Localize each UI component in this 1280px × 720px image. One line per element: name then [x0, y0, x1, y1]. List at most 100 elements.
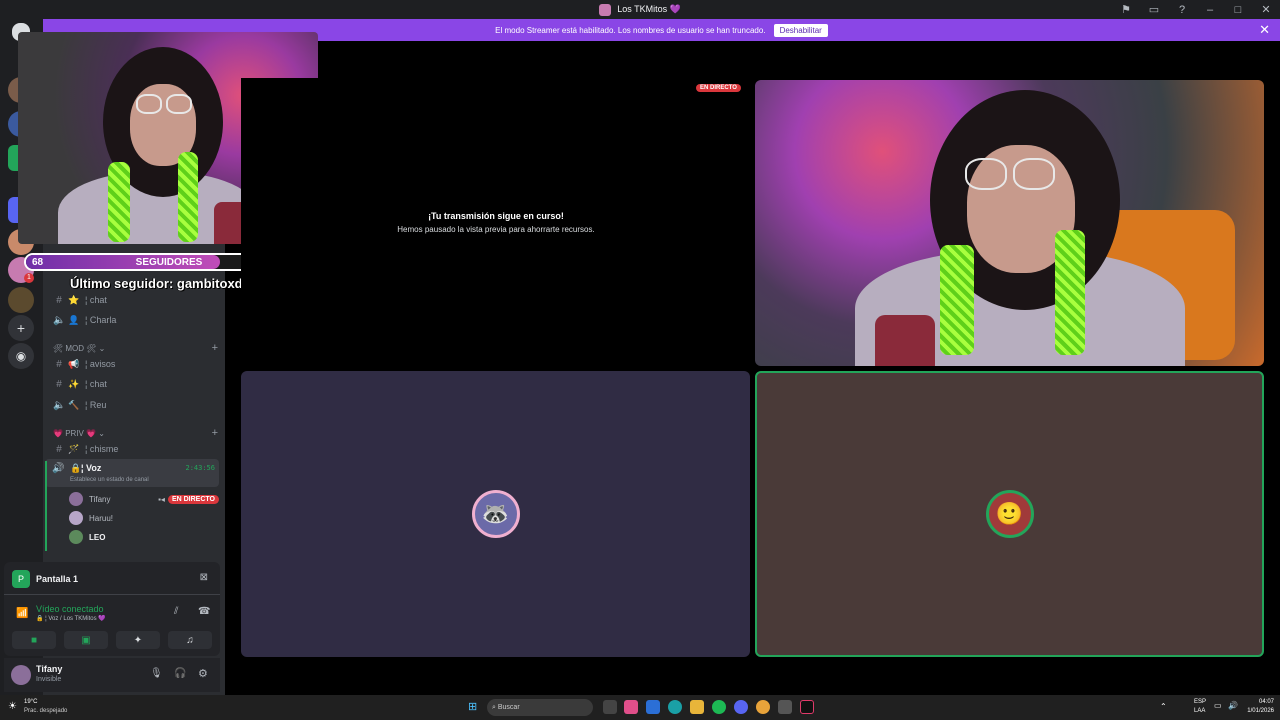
discord-icon[interactable]: [734, 700, 748, 714]
lock-icon: 🔒: [70, 463, 82, 473]
tools-icon: 🛠: [53, 343, 66, 353]
microphone-icon[interactable]: 🎙: [150, 668, 163, 679]
user-panel: Tifany Invisible 🎙 🎧 ⚙: [4, 658, 220, 692]
app-icon[interactable]: [624, 700, 638, 714]
clock-time[interactable]: 04:07: [1244, 699, 1274, 705]
notification-badge: 1: [24, 273, 34, 283]
task-view-icon[interactable]: [603, 700, 617, 714]
avatar[interactable]: [11, 665, 31, 685]
voice-user[interactable]: LEO: [69, 530, 105, 544]
avatar: [69, 492, 83, 506]
weather-desc: Prac. despejado: [24, 708, 68, 714]
active-voice-channel[interactable]: 🔊 🔒 ¦ Voz 2:43:56 Establece un estado de…: [45, 459, 219, 487]
tiktok-icon[interactable]: [800, 700, 814, 714]
add-server-icon[interactable]: +: [8, 315, 34, 341]
flag-icon[interactable]: ⚑: [1112, 3, 1140, 16]
gear-icon[interactable]: ⚙: [198, 667, 208, 680]
stop-stream-icon[interactable]: ⊠: [200, 572, 208, 583]
app-icon[interactable]: [778, 700, 792, 714]
hash-icon: #: [56, 294, 62, 306]
screen-icon: P: [12, 570, 30, 588]
edge-icon[interactable]: [668, 700, 682, 714]
banner-text: El modo Streamer está habilitado. Los no…: [495, 25, 766, 35]
avatar: 🦝: [471, 490, 520, 538]
main-stream-video[interactable]: [755, 80, 1264, 366]
screen-title: Pantalla 1: [36, 574, 79, 584]
voice-user[interactable]: Haruu!: [69, 511, 113, 525]
chrome-icon[interactable]: [756, 700, 770, 714]
discover-icon[interactable]: ◉: [8, 343, 34, 369]
add-channel-icon[interactable]: +: [212, 342, 218, 354]
lang-top[interactable]: ESP: [1194, 699, 1206, 705]
channel-voice[interactable]: 🔈 👤 ¦ Charla: [53, 311, 116, 329]
close-icon[interactable]: ✕: [1259, 19, 1270, 41]
spotify-icon[interactable]: [712, 700, 726, 714]
noise-suppression-icon[interactable]: ⫽: [174, 606, 178, 617]
weather-temp: 19°C: [24, 699, 38, 705]
participant-tile[interactable]: 🦝: [241, 371, 750, 657]
heart-icon: 💗: [53, 428, 66, 438]
clock-date[interactable]: 1/01/2026: [1236, 708, 1274, 714]
lang-bottom[interactable]: LAA: [1194, 708, 1205, 714]
channel-text[interactable]: # ✨ ¦ chat: [53, 375, 107, 393]
hash-icon: #: [56, 443, 62, 455]
speaker-icon: 🔈: [53, 399, 66, 411]
connection-status[interactable]: Vídeo conectado: [36, 604, 104, 614]
voice-user[interactable]: Tifany ▪◂ EN DIRECTO: [69, 492, 219, 506]
voice-timer: 2:43:56: [185, 464, 215, 472]
add-channel-icon[interactable]: +: [212, 427, 218, 439]
stream-preview-paused[interactable]: ¡Tu transmisión sigue en curso! Hemos pa…: [241, 78, 751, 368]
inbox-icon[interactable]: ▭: [1140, 3, 1168, 16]
close-icon[interactable]: ✕: [1252, 3, 1280, 16]
channel-voice[interactable]: 🔈 🔨 ¦ Reu: [53, 396, 106, 414]
stream-message-title: ¡Tu transmisión sigue en curso!: [428, 211, 564, 221]
store-icon[interactable]: [646, 700, 660, 714]
weather-icon[interactable]: ☀: [8, 701, 17, 712]
server-avatar-icon: [599, 3, 612, 16]
channel-text[interactable]: # 🪄 ¦ chisme: [53, 440, 118, 458]
screen-share-button[interactable]: ▣: [64, 631, 108, 649]
avatar: 🙂: [985, 490, 1034, 538]
voice-active-icon: 🔊: [52, 463, 65, 474]
disable-streamer-button[interactable]: Deshabilitar: [773, 23, 828, 37]
server-icon[interactable]: [8, 287, 34, 313]
taskbar-search[interactable]: ⌕ Buscar: [487, 699, 593, 716]
hash-icon: #: [56, 378, 62, 390]
user-status: Invisible: [36, 676, 62, 683]
speaker-icon: 🔈: [53, 314, 66, 326]
voice-channel-name: Voz: [86, 463, 102, 473]
category-mod[interactable]: 🛠 MOD 🛠 ⌄ +: [53, 342, 218, 354]
windows-start-icon[interactable]: ⊞: [468, 700, 477, 713]
disconnect-icon[interactable]: ☎: [198, 606, 210, 617]
signal-icon: 📶: [16, 608, 29, 619]
soundboard-button[interactable]: ♫: [168, 631, 212, 649]
connection-channel: 🔒 ¦ Voz / Los TKMitos 💜: [36, 616, 106, 622]
user-name: Tifany: [36, 664, 63, 674]
help-icon[interactable]: ?: [1168, 4, 1196, 16]
last-follower-text: Último seguidor: gambitoxd: [70, 276, 243, 291]
minimize-icon[interactable]: –: [1196, 4, 1224, 16]
avatar: [69, 511, 83, 525]
chevron-up-icon[interactable]: ⌃: [1160, 702, 1167, 711]
channel-status[interactable]: Establece un estado de canal: [70, 477, 149, 483]
participant-tile-speaking[interactable]: 🙂: [755, 371, 1264, 657]
camera-button[interactable]: ■: [12, 631, 56, 649]
avatar: [69, 530, 83, 544]
stream-message-body: Hemos pausado la vista previa para ahorr…: [397, 225, 595, 234]
camera-icon: ▪◂: [158, 494, 165, 504]
folder-icon[interactable]: [690, 700, 704, 714]
activities-button[interactable]: ✦: [116, 631, 160, 649]
network-icon[interactable]: ▭: [1214, 701, 1222, 710]
stream-image: [755, 80, 1264, 366]
live-badge: EN DIRECTO: [167, 494, 219, 504]
headphones-icon[interactable]: 🎧: [174, 668, 186, 679]
channel-text[interactable]: # 📢 ¦ avisos: [53, 355, 115, 373]
title-bar: Los TKMitos 💜: [0, 0, 1280, 19]
taskbar: ☀ 19°C Prac. despejado ⊞ ⌕ Buscar ⌃ ESP …: [0, 695, 1280, 720]
category-priv[interactable]: 💗 PRIV 💗 ⌄ +: [53, 427, 218, 439]
channel-text[interactable]: # ⭐ ¦ chat: [53, 291, 107, 309]
voice-connection-panel: P Pantalla 1 ⊠ 📶 Vídeo conectado 🔒 ¦ Voz…: [4, 562, 220, 656]
title-bar-controls: ⚑ ▭ ? – □ ✕: [1112, 0, 1280, 19]
maximize-icon[interactable]: □: [1224, 4, 1252, 16]
window-title: Los TKMitos 💜: [617, 4, 681, 14]
